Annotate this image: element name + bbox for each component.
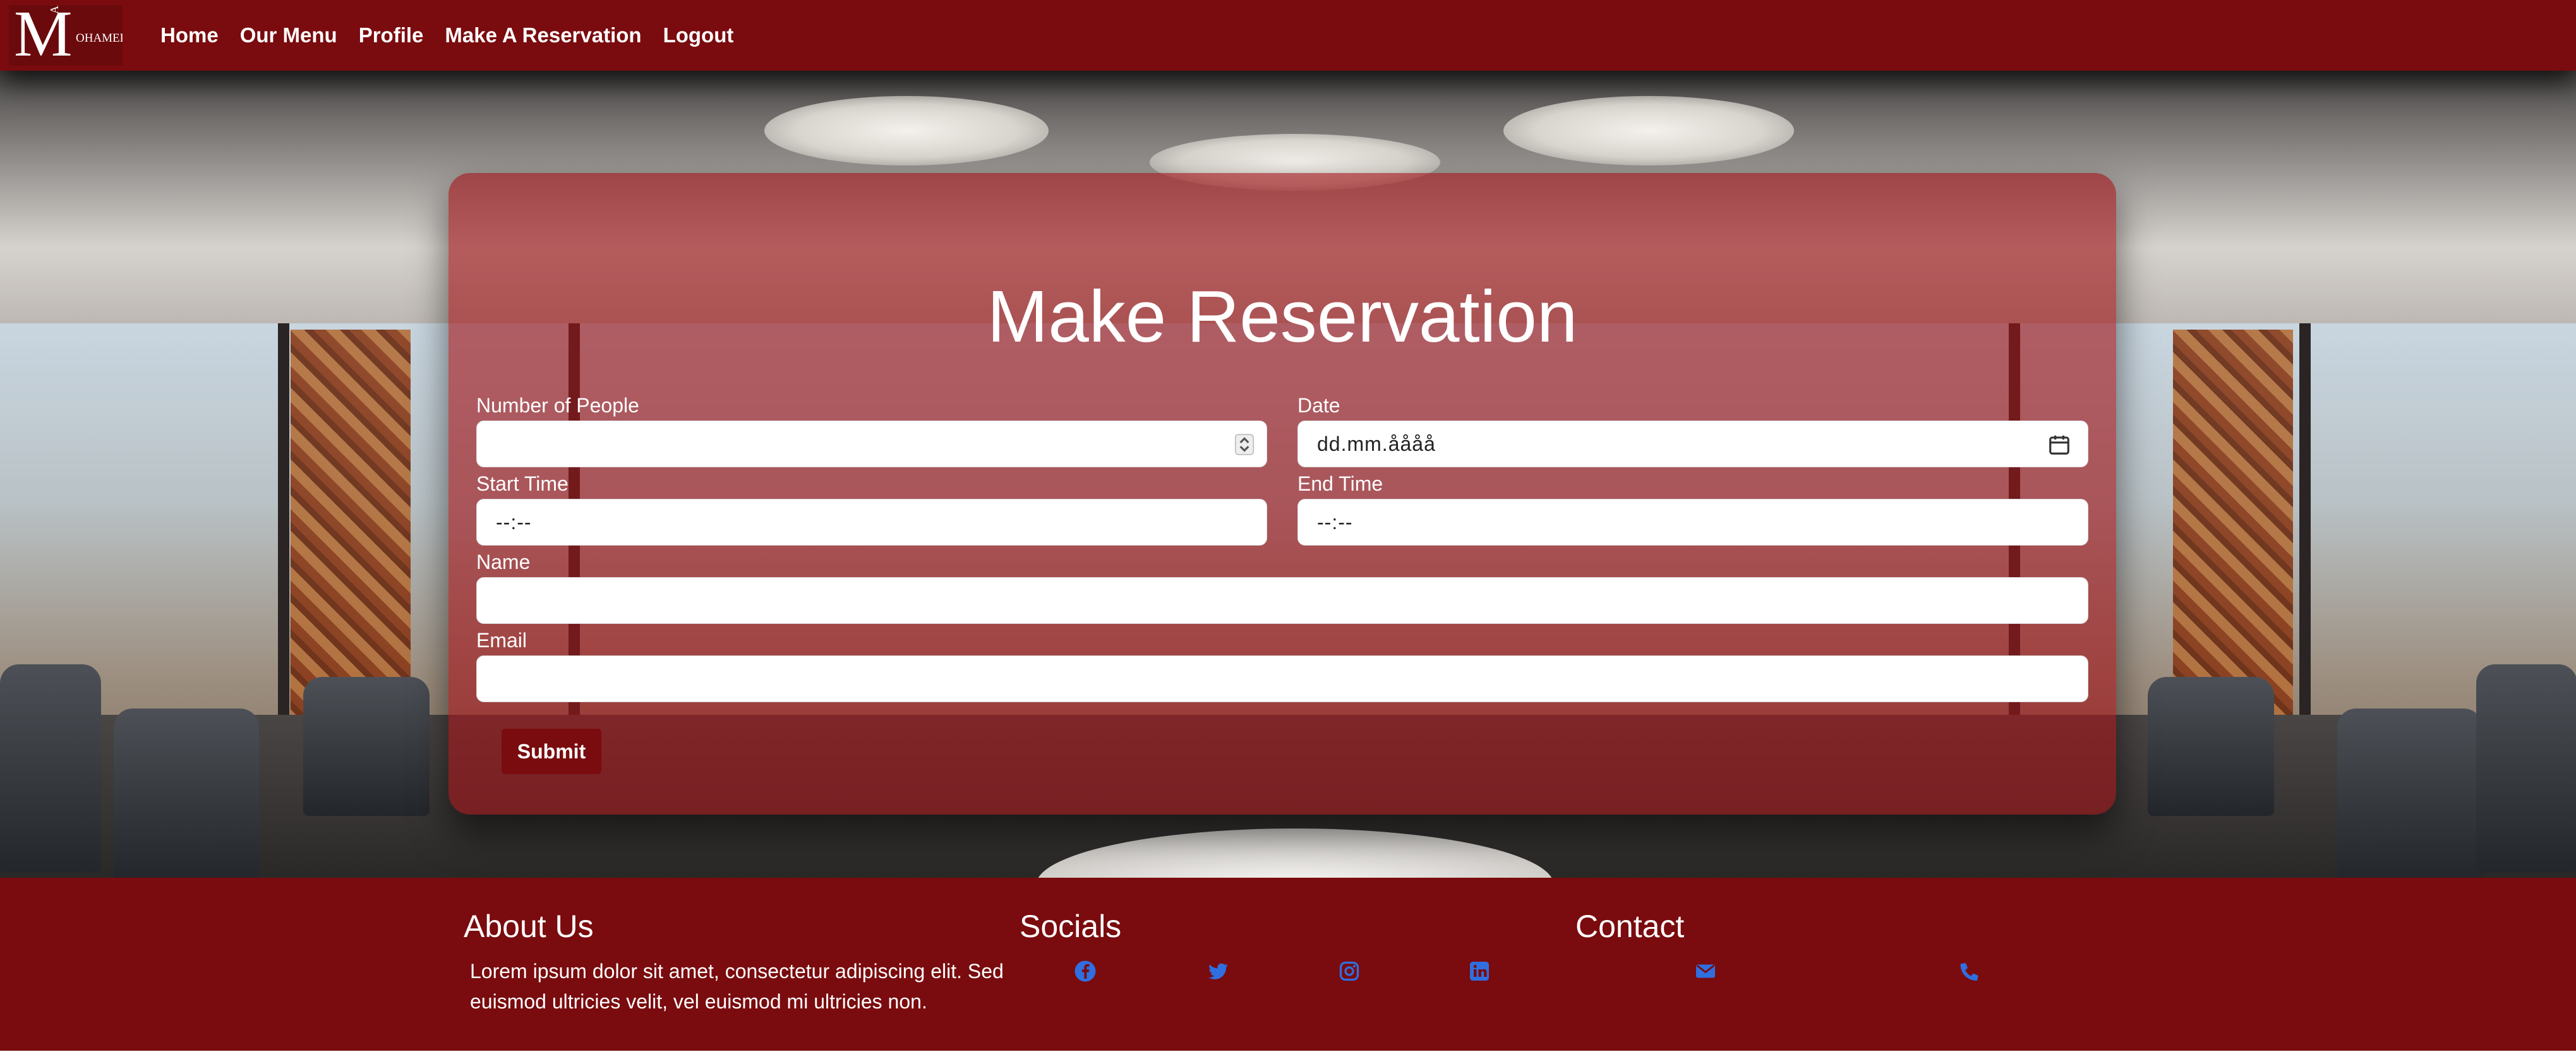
footer: About Us Lorem ipsum dolor sit amet, con… <box>0 878 2576 1052</box>
socials-heading: Socials <box>1020 909 1122 944</box>
end-time-label: End Time <box>1297 472 1383 495</box>
about-heading: About Us <box>464 909 594 944</box>
start-time-placeholder: --:-- <box>496 511 532 534</box>
chair <box>2148 677 2274 816</box>
chair <box>2337 708 2483 878</box>
chair <box>114 708 259 878</box>
name-input[interactable] <box>476 577 2088 624</box>
name-label: Name <box>476 551 531 573</box>
nav-home[interactable]: Home <box>160 23 219 47</box>
date-label: Date <box>1297 394 1340 417</box>
nav-links: Home Our Menu Profile Make A Reservation… <box>160 0 755 71</box>
date-placeholder: dd.mm.åååå <box>1317 433 1436 455</box>
chair <box>303 677 430 816</box>
nav-profile[interactable]: Profile <box>359 23 424 47</box>
end-time-placeholder: --:-- <box>1317 511 1353 534</box>
spinner-icon[interactable] <box>1232 433 1256 457</box>
ceiling-light <box>1503 96 1794 165</box>
envelope-icon[interactable] <box>1694 960 1717 983</box>
twitter-icon[interactable] <box>1207 960 1229 983</box>
ceiling-light <box>764 96 1049 165</box>
about-text: Lorem ipsum dolor sit amet, consectetur … <box>470 960 1004 1013</box>
people-input[interactable] <box>476 421 1267 467</box>
calendar-icon[interactable] <box>2047 433 2071 457</box>
nav-make-reservation[interactable]: Make A Reservation <box>445 23 641 47</box>
people-label: Number of People <box>476 394 639 417</box>
date-input[interactable]: dd.mm.åååå <box>1297 421 2088 467</box>
chair <box>0 664 101 873</box>
brand-logo[interactable]: M ALI OHAMED <box>9 5 123 66</box>
logo-side-text: ALI <box>48 5 61 14</box>
chair <box>2476 664 2576 873</box>
facebook-icon[interactable] <box>1074 960 1097 983</box>
contact-heading: Contact <box>1575 909 1685 944</box>
navbar: M ALI OHAMED Home Our Menu Profile Make … <box>0 0 2576 71</box>
nav-logout[interactable]: Logout <box>663 23 734 47</box>
page-title: Make Reservation <box>987 275 1578 357</box>
logo-letter: M <box>14 5 73 66</box>
start-time-input[interactable]: --:-- <box>476 499 1267 546</box>
phone-icon[interactable] <box>1958 960 1981 983</box>
email-input[interactable] <box>476 655 2088 702</box>
email-label: Email <box>476 629 527 652</box>
nav-our-menu[interactable]: Our Menu <box>240 23 337 47</box>
reservation-card: Make Reservation Number of People Date d… <box>448 173 2116 815</box>
linkedin-icon[interactable] <box>1468 960 1491 983</box>
instagram-icon[interactable] <box>1338 960 1361 983</box>
logo-text: OHAMED <box>76 32 123 45</box>
start-time-label: Start Time <box>476 472 569 495</box>
end-time-input[interactable]: --:-- <box>1297 499 2088 546</box>
submit-button[interactable]: Submit <box>502 729 601 774</box>
